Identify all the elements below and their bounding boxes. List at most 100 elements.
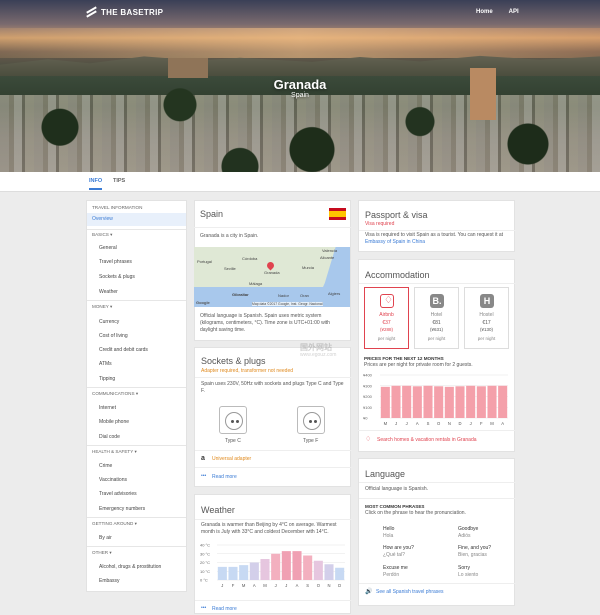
phrase-es: Bien, gracias (458, 552, 487, 558)
sidebar-item-mobile-phone[interactable]: Mobile phone (87, 419, 186, 425)
sidebar-item-crime[interactable]: Crime (87, 463, 186, 469)
sidebar-item-vaccinations[interactable]: Vaccinations (87, 477, 186, 483)
bar[interactable] (228, 566, 238, 580)
prices-subtitle: Prices are per night for private room fo… (364, 362, 473, 368)
bar[interactable] (423, 385, 433, 418)
sidebar-item-sockets[interactable]: Sockets & plugs (87, 274, 186, 280)
sidebar-item-emergency[interactable]: Emergency numbers (87, 506, 186, 512)
phrase-en[interactable]: Goodbye (458, 526, 478, 532)
weather-title: Weather (201, 505, 235, 515)
sidebar-item-overview[interactable]: Overview (87, 213, 186, 226)
sidebar-item-internet[interactable]: Internet (87, 405, 186, 411)
chevron-down-icon: ▾ (110, 232, 113, 237)
section-label: HEALTH & SAFETY (92, 449, 134, 454)
divider (87, 445, 186, 446)
divider (359, 583, 516, 584)
bar[interactable] (303, 555, 313, 581)
option-unit: per night (477, 336, 496, 341)
sidebar-item-tipping[interactable]: Tipping (87, 376, 186, 382)
bar[interactable] (487, 385, 497, 418)
sidebar-section-money[interactable]: MONEY ▾ (87, 304, 186, 310)
sidebar-item-general[interactable]: General (87, 245, 186, 251)
option-name: Hotel (430, 312, 443, 318)
sidebar-item-currency[interactable]: Currency (87, 319, 186, 325)
bar[interactable] (335, 567, 345, 580)
sidebar-section-communications[interactable]: COMMUNICATIONS ▾ (87, 391, 186, 397)
bar[interactable] (444, 386, 454, 418)
bar[interactable] (281, 551, 291, 580)
bar[interactable] (239, 565, 249, 580)
nav-api[interactable]: API (509, 9, 519, 15)
bar[interactable] (249, 562, 259, 581)
bar[interactable] (455, 386, 465, 418)
option-price-local: (¥288) (379, 327, 393, 332)
brand-logo[interactable]: THE BASETRIP (86, 6, 163, 18)
hostel-option[interactable]: H Hostel €17 (¥130) per night (464, 287, 509, 349)
bar[interactable] (476, 386, 486, 418)
all-phrases-link[interactable]: See all Spanish travel phrases (376, 589, 444, 595)
socket-type-f-label: Type F (303, 438, 319, 444)
phrase-en[interactable]: Sorry (458, 565, 470, 571)
bar[interactable] (434, 386, 444, 418)
search-rentals-link[interactable]: Search homes & vacation rentals in Grana… (377, 437, 477, 444)
tab-tips[interactable]: TIPS (113, 178, 125, 184)
phrase-en[interactable]: How are you? (383, 545, 414, 551)
sidebar-item-by-air[interactable]: By air (87, 535, 186, 541)
weather-read-more[interactable]: Read more (212, 606, 237, 612)
bar[interactable] (324, 564, 334, 580)
bar[interactable] (412, 386, 422, 418)
sidebar-item-dial-code[interactable]: Dial code (87, 434, 186, 440)
sidebar-item-embassy[interactable]: Embassy (87, 578, 186, 584)
bar[interactable] (380, 386, 390, 418)
divider (359, 283, 516, 284)
sidebar-item-atms[interactable]: ATMs (87, 361, 186, 367)
option-unit: per night (427, 336, 446, 341)
adapter-link[interactable]: Universal adapter (212, 456, 251, 463)
map-pin-icon[interactable] (265, 260, 276, 271)
city-title: Granada (273, 77, 327, 92)
bar[interactable] (466, 385, 476, 418)
bar[interactable] (217, 566, 227, 580)
bar[interactable] (498, 385, 508, 418)
accommodation-title: Accommodation (365, 270, 430, 280)
y-tick-label: ¥0 (363, 416, 368, 421)
bar[interactable] (271, 553, 281, 580)
x-tick-label: D (458, 421, 461, 426)
x-tick-label: N (327, 583, 330, 588)
phrase-en[interactable]: Fine, and you? (458, 545, 491, 551)
hotel-option[interactable]: B. Hotel €81 (¥631) per night (414, 287, 459, 349)
country-intro: Granada is a city in Spain. (200, 233, 259, 239)
sidebar-item-cards[interactable]: Credit and debit cards (87, 347, 186, 353)
sidebar-item-weather[interactable]: Weather (87, 289, 186, 295)
sidebar-section-health[interactable]: HEALTH & SAFETY ▾ (87, 449, 186, 455)
sockets-read-more[interactable]: Read more (212, 474, 237, 480)
airbnb-option[interactable]: ♢ Airbnb €37 (¥288) per night (364, 287, 409, 349)
phrase-es: ¿Qué tal? (383, 552, 405, 558)
bar[interactable] (260, 559, 270, 580)
sidebar-section-other[interactable]: OTHER ▾ (87, 550, 186, 556)
bar[interactable] (313, 560, 323, 580)
x-tick-label: J (395, 421, 397, 426)
nav-home[interactable]: Home (476, 9, 493, 15)
embassy-link[interactable]: Embassy of Spain in China (365, 239, 425, 245)
sidebar-item-cost-of-living[interactable]: Cost of living (87, 333, 186, 339)
bar[interactable] (391, 385, 401, 418)
sidebar-item-alcohol[interactable]: Alcohol, drugs & prostitution (87, 564, 186, 570)
y-tick-label: 10 °C (200, 569, 210, 574)
bar[interactable] (402, 385, 412, 418)
phrase-en[interactable]: Hello (383, 526, 394, 532)
bar[interactable] (292, 551, 302, 580)
country-map[interactable]: Portugal Seville Córdoba Granada Murcia … (194, 247, 350, 307)
language-card: Language Official language is Spanish. M… (358, 458, 516, 606)
x-tick-label: M (263, 583, 267, 588)
divider (87, 229, 186, 230)
phrase-en[interactable]: Excuse me (383, 565, 408, 571)
sidebar-item-travel-phrases[interactable]: Travel phrases (87, 259, 186, 265)
tab-info[interactable]: INFO (89, 178, 103, 190)
sidebar-section-getting-around[interactable]: GETTING AROUND ▾ (87, 521, 186, 527)
language-body: Official language is Spanish. (365, 486, 429, 492)
divider (359, 482, 516, 483)
sidebar-section-basics[interactable]: BASICS ▾ (87, 232, 186, 238)
sidebar-item-advisories[interactable]: Travel advisories (87, 491, 186, 497)
option-unit: per night (377, 336, 396, 341)
